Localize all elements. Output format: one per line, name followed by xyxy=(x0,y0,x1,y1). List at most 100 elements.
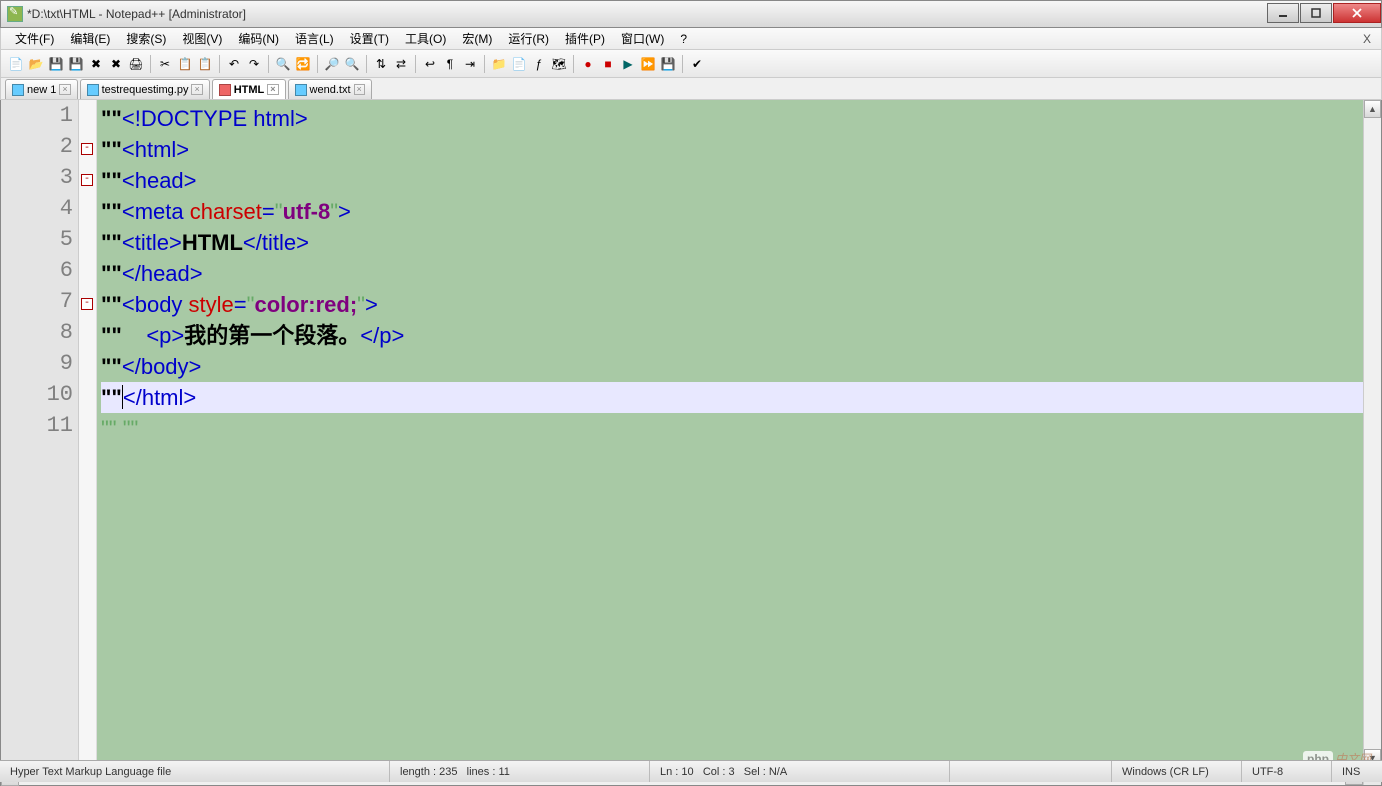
close-button[interactable] xyxy=(1333,3,1381,23)
doc-icon[interactable]: 📄 xyxy=(510,55,528,73)
line-number: 5 xyxy=(1,227,73,252)
code-line-6[interactable]: ""</head> xyxy=(101,258,1363,289)
wrap-icon[interactable]: ↩ xyxy=(421,55,439,73)
fold-toggle-icon[interactable]: - xyxy=(81,143,93,155)
tab-close-icon[interactable]: × xyxy=(191,84,202,95)
spellcheck-icon[interactable]: ✔ xyxy=(688,55,706,73)
new-file-icon[interactable]: 📄 xyxy=(7,55,25,73)
save-all-icon[interactable]: 💾 xyxy=(67,55,85,73)
status-eol[interactable]: Windows (CR LF) xyxy=(1112,761,1242,782)
sync-h-icon[interactable]: ⇄ xyxy=(392,55,410,73)
line-number: 7 xyxy=(1,289,73,314)
copy-icon[interactable]: 📋 xyxy=(176,55,194,73)
menu-item-7[interactable]: 工具(O) xyxy=(397,27,454,50)
code-line-9[interactable]: ""</body> xyxy=(101,351,1363,382)
menubar-close-x[interactable]: X xyxy=(1363,32,1381,46)
save-icon[interactable]: 💾 xyxy=(47,55,65,73)
code-area[interactable]: ""<!DOCTYPE html>""<html>""<head>""<meta… xyxy=(97,100,1363,767)
tab-3[interactable]: wend.txt× xyxy=(288,79,372,99)
menu-item-12[interactable]: ? xyxy=(672,29,695,49)
code-token: </head> xyxy=(122,261,203,286)
fold-toggle-icon[interactable]: - xyxy=(81,174,93,186)
doc-map-icon[interactable]: 🗺 xyxy=(550,55,568,73)
code-token: "" xyxy=(101,230,122,255)
code-line-11[interactable]: "" "" xyxy=(101,413,1363,444)
menu-item-0[interactable]: 文件(F) xyxy=(7,27,62,50)
toolbar-separator xyxy=(366,55,367,73)
code-token: " xyxy=(275,199,283,224)
menu-item-5[interactable]: 语言(L) xyxy=(287,27,342,50)
menu-item-9[interactable]: 运行(R) xyxy=(500,27,557,50)
code-line-4[interactable]: ""<meta charset="utf-8"> xyxy=(101,196,1363,227)
menu-item-4[interactable]: 编码(N) xyxy=(230,27,287,50)
tab-2[interactable]: HTML× xyxy=(212,79,286,99)
tab-0[interactable]: new 1× xyxy=(5,79,78,99)
code-line-1[interactable]: ""<!DOCTYPE html> xyxy=(101,103,1363,134)
paste-icon[interactable]: 📋 xyxy=(196,55,214,73)
code-line-2[interactable]: ""<html> xyxy=(101,134,1363,165)
print-icon[interactable]: 🖨 xyxy=(127,55,145,73)
code-line-5[interactable]: ""<title>HTML</title> xyxy=(101,227,1363,258)
status-sel: Sel : N/A xyxy=(744,766,787,778)
tab-close-icon[interactable]: × xyxy=(59,84,70,95)
folder-icon[interactable]: 📁 xyxy=(490,55,508,73)
indent-icon[interactable]: ⇥ xyxy=(461,55,479,73)
line-number: 2 xyxy=(1,134,73,159)
close-all-icon[interactable]: ✖ xyxy=(107,55,125,73)
play-multi-icon[interactable]: ⏩ xyxy=(639,55,657,73)
line-number: 11 xyxy=(1,413,73,438)
zoom-out-icon[interactable]: 🔍 xyxy=(343,55,361,73)
code-line-10[interactable]: ""</html> xyxy=(101,382,1363,413)
code-token: utf-8 xyxy=(283,199,331,224)
status-ins[interactable]: INS xyxy=(1332,761,1382,782)
code-line-7[interactable]: ""<body style="color:red;"> xyxy=(101,289,1363,320)
file-saved-icon xyxy=(295,84,307,96)
code-token: </title> xyxy=(243,230,309,255)
all-chars-icon[interactable]: ¶ xyxy=(441,55,459,73)
line-number: 10 xyxy=(1,382,73,407)
scroll-up-icon[interactable]: ▲ xyxy=(1364,100,1381,118)
close-icon[interactable]: ✖ xyxy=(87,55,105,73)
maximize-button[interactable] xyxy=(1300,3,1332,23)
cut-icon[interactable]: ✂ xyxy=(156,55,174,73)
menu-item-2[interactable]: 搜索(S) xyxy=(118,27,174,50)
menu-item-11[interactable]: 窗口(W) xyxy=(613,27,672,50)
find-icon[interactable]: 🔍 xyxy=(274,55,292,73)
minimize-button[interactable] xyxy=(1267,3,1299,23)
tab-close-icon[interactable]: × xyxy=(267,84,278,95)
menu-item-6[interactable]: 设置(T) xyxy=(342,27,397,50)
redo-icon[interactable]: ↷ xyxy=(245,55,263,73)
menubar: 文件(F)编辑(E)搜索(S)视图(V)编码(N)语言(L)设置(T)工具(O)… xyxy=(0,28,1382,50)
save-macro-icon[interactable]: 💾 xyxy=(659,55,677,73)
toolbar-separator xyxy=(317,55,318,73)
toolbar: 📄📂💾💾✖✖🖨✂📋📋↶↷🔍🔁🔎🔍⇅⇄↩¶⇥📁📄ƒ🗺●■▶⏩💾✔ xyxy=(0,50,1382,78)
zoom-in-icon[interactable]: 🔎 xyxy=(323,55,341,73)
sync-v-icon[interactable]: ⇅ xyxy=(372,55,390,73)
status-encoding[interactable]: UTF-8 xyxy=(1242,761,1332,782)
menu-item-1[interactable]: 编辑(E) xyxy=(62,27,118,50)
play-icon[interactable]: ▶ xyxy=(619,55,637,73)
menu-item-8[interactable]: 宏(M) xyxy=(454,27,500,50)
vertical-scrollbar[interactable]: ▲ ▼ xyxy=(1363,100,1381,767)
code-token: "" xyxy=(101,261,122,286)
tab-close-icon[interactable]: × xyxy=(354,84,365,95)
line-number: 6 xyxy=(1,258,73,283)
code-token: <title> xyxy=(122,230,182,255)
code-line-8[interactable]: "" <p>我的第一个段落。</p> xyxy=(101,320,1363,351)
open-icon[interactable]: 📂 xyxy=(27,55,45,73)
code-token: "" xyxy=(101,354,122,379)
tab-label: wend.txt xyxy=(310,84,351,96)
tab-1[interactable]: testrequestimg.py× xyxy=(80,79,210,99)
record-icon[interactable]: ● xyxy=(579,55,597,73)
code-token: </p> xyxy=(360,323,404,348)
menu-item-10[interactable]: 插件(P) xyxy=(557,27,613,50)
function-icon[interactable]: ƒ xyxy=(530,55,548,73)
status-cursor: Ln : 10 Col : 3 Sel : N/A xyxy=(650,761,950,782)
undo-icon[interactable]: ↶ xyxy=(225,55,243,73)
stop-icon[interactable]: ■ xyxy=(599,55,617,73)
titlebar: *D:\txt\HTML - Notepad++ [Administrator] xyxy=(0,0,1382,28)
fold-toggle-icon[interactable]: - xyxy=(81,298,93,310)
replace-icon[interactable]: 🔁 xyxy=(294,55,312,73)
menu-item-3[interactable]: 视图(V) xyxy=(174,27,230,50)
code-line-3[interactable]: ""<head> xyxy=(101,165,1363,196)
